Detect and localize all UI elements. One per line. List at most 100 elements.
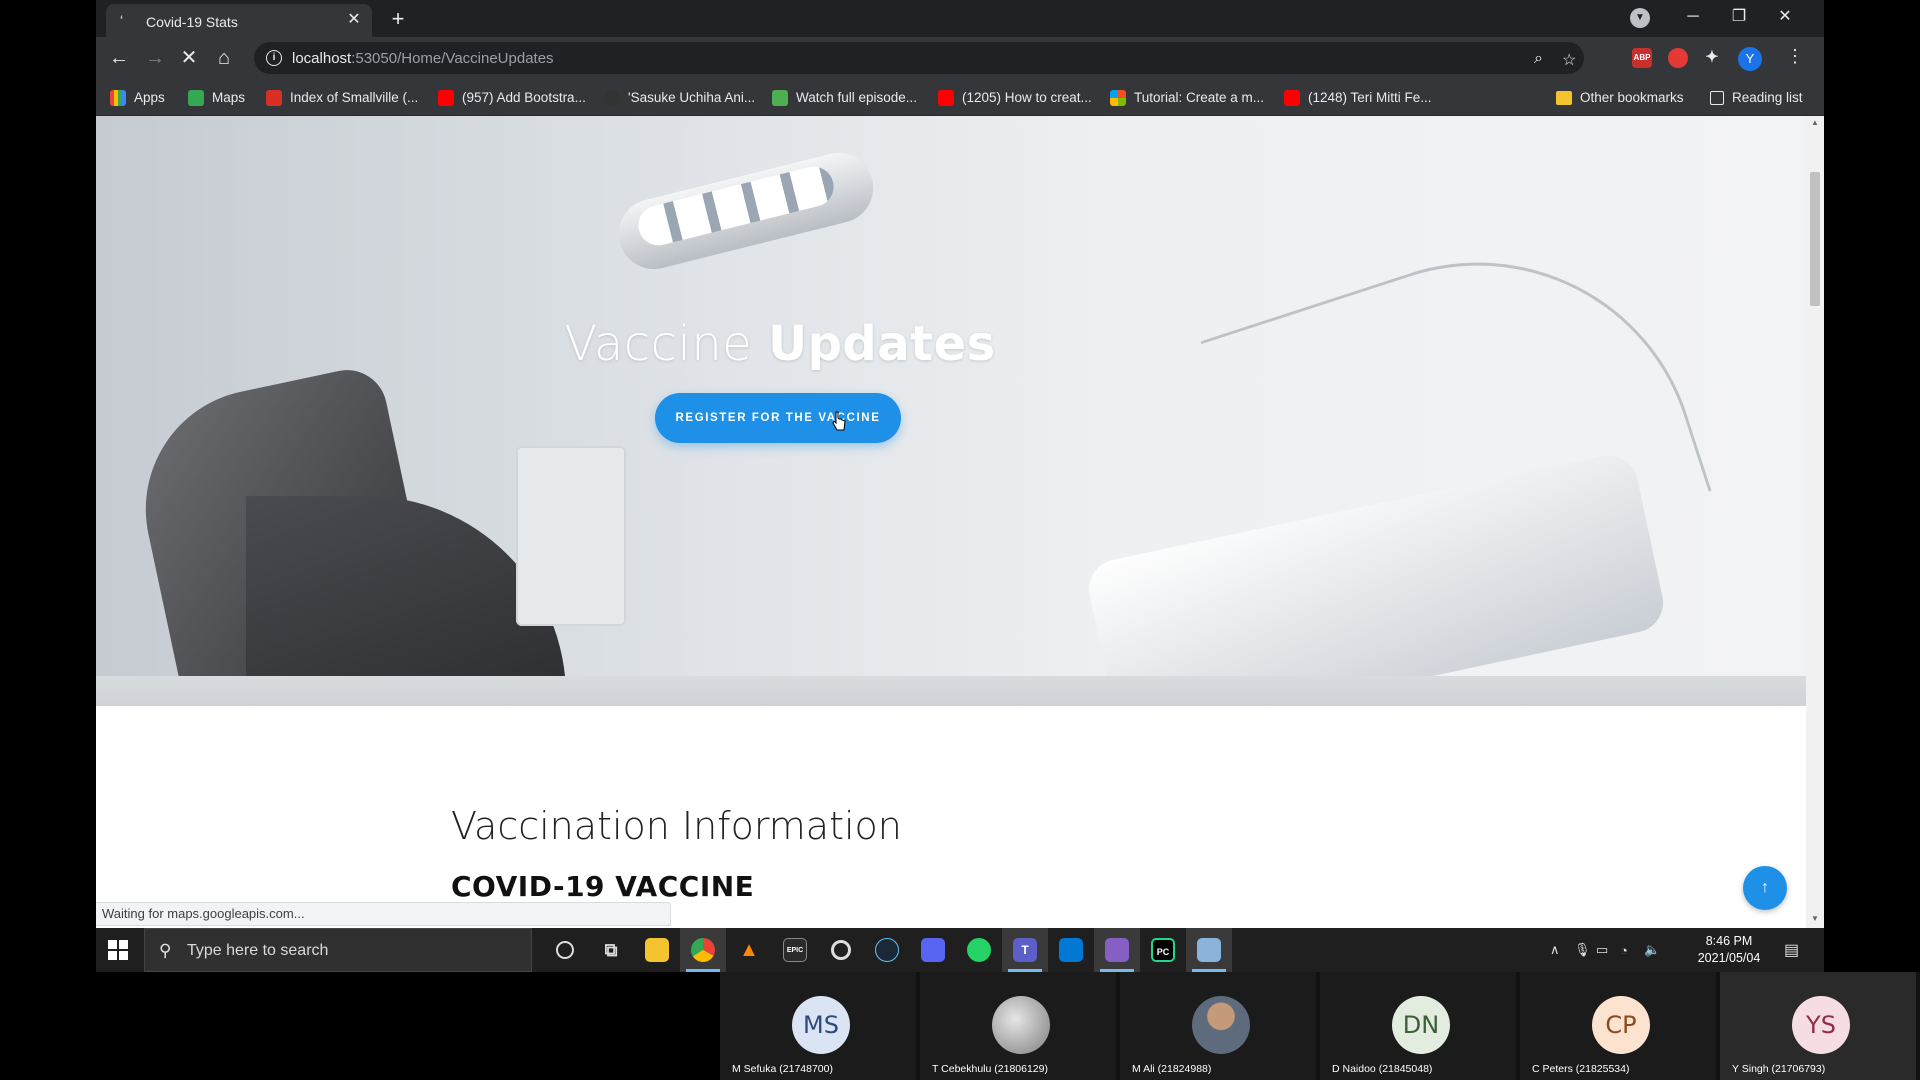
file-explorer-icon[interactable]: [634, 928, 680, 972]
participant-tile[interactable]: DN D Naidoo (21845048): [1320, 972, 1516, 1080]
adblock-plus-icon[interactable]: ABP: [1632, 48, 1652, 68]
clock-time: 8:46 PM: [1705, 934, 1753, 948]
page-scrollbar[interactable]: ▲ ▼: [1806, 116, 1824, 928]
folder-icon: [1556, 90, 1572, 105]
browser-status-bar: Waiting for maps.googleapis.com...: [96, 902, 671, 926]
tab-search-icon[interactable]: ▼: [1630, 8, 1650, 28]
scroll-down-icon[interactable]: ▼: [1810, 914, 1820, 923]
wifi-icon[interactable]: ◔: [1620, 928, 1628, 972]
participant-name: T Cebekhulu (21806129): [932, 1063, 1048, 1075]
stop-loading-icon[interactable]: ✕: [176, 45, 202, 71]
zoom-icon[interactable]: ⌕: [1534, 50, 1543, 68]
scroll-up-icon[interactable]: ▲: [1810, 118, 1820, 127]
participant-tile[interactable]: CP C Peters (21825534): [1520, 972, 1716, 1080]
vlc-icon[interactable]: ▲: [726, 928, 772, 972]
restore-icon[interactable]: ❐: [1716, 0, 1762, 34]
teams-icon[interactable]: T: [1002, 928, 1048, 972]
browser-tab[interactable]: ‘ Covid-19 Stats ✕: [106, 4, 372, 37]
maps-icon: [188, 89, 204, 106]
visual-studio-icon[interactable]: [1094, 928, 1140, 972]
profile-avatar[interactable]: Y: [1738, 47, 1762, 71]
participant-avatar: CP: [1592, 996, 1650, 1054]
close-window-icon[interactable]: ✕: [1762, 0, 1808, 34]
hero-banner: Vaccine Updates REGISTER FOR THE VACCINE: [96, 116, 1806, 706]
participant-avatar: MS: [792, 996, 850, 1054]
back-to-top-button[interactable]: ↑: [1743, 866, 1787, 910]
desktop-screen: ‘ Covid-19 Stats ✕ + ▼ ─ ❐ ✕ ← → ✕ ⌂ i l…: [96, 0, 1824, 972]
extensions-puzzle-icon[interactable]: ✦: [1702, 48, 1722, 68]
site-favicon-icon: [266, 89, 282, 106]
obs-icon[interactable]: [818, 928, 864, 972]
vscode-icon[interactable]: [1048, 928, 1094, 972]
whatsapp-icon[interactable]: [956, 928, 1002, 972]
participant-avatar: YS: [1792, 996, 1850, 1054]
participant-avatar: [992, 996, 1050, 1054]
site-info-icon[interactable]: i: [266, 50, 282, 66]
bookmark-bootstrap[interactable]: (957) Add Bootstra...: [438, 79, 586, 116]
chrome-app-icon[interactable]: [680, 928, 726, 972]
tab-title: Covid-19 Stats: [146, 14, 238, 30]
participant-name: C Peters (21825534): [1532, 1063, 1630, 1075]
battery-icon[interactable]: ▭: [1596, 928, 1608, 972]
bookmark-watch[interactable]: Watch full episode...: [772, 79, 917, 116]
bookmark-tutorial[interactable]: Tutorial: Create a m...: [1110, 79, 1264, 116]
site-favicon-icon: [604, 89, 620, 106]
close-tab-icon[interactable]: ✕: [344, 10, 364, 30]
participant-tile[interactable]: T Cebekhulu (21806129): [920, 972, 1116, 1080]
microphone-icon[interactable]: 🎙: [1574, 928, 1591, 972]
browser-tab-strip: ‘ Covid-19 Stats ✕ + ▼ ─ ❐ ✕: [96, 0, 1824, 37]
steam-icon[interactable]: [864, 928, 910, 972]
tray-overflow-icon[interactable]: ∧: [1550, 928, 1560, 972]
youtube-icon: [1284, 89, 1300, 106]
volume-icon[interactable]: 🔈: [1644, 928, 1660, 972]
other-bookmarks[interactable]: Other bookmarks: [1556, 79, 1684, 116]
windows-taskbar: ⚲ Type here to search ⧉ ▲ EPIC T PC ∧ 🎙 …: [96, 928, 1824, 972]
discord-icon[interactable]: [910, 928, 956, 972]
bookmark-star-icon[interactable]: ☆: [1562, 50, 1576, 70]
snip-tool-icon[interactable]: [1186, 928, 1232, 972]
floor-line-image: [96, 676, 1806, 706]
participant-avatar: DN: [1392, 996, 1450, 1054]
minimize-icon[interactable]: ─: [1670, 0, 1716, 34]
bookmark-smallville[interactable]: Index of Smallville (...: [266, 79, 418, 116]
back-arrow-icon[interactable]: ←: [106, 45, 132, 71]
participant-tile[interactable]: MS M Sefuka (21748700): [720, 972, 916, 1080]
pycharm-icon[interactable]: PC: [1140, 928, 1186, 972]
meeting-participants-strip: MS M Sefuka (21748700) T Cebekhulu (2180…: [720, 972, 1920, 1080]
browser-menu-icon[interactable]: ⋮: [1786, 46, 1804, 67]
bookmark-maps[interactable]: Maps: [188, 79, 245, 116]
taskbar-clock[interactable]: 8:46 PM 2021/05/04: [1688, 933, 1770, 967]
epic-games-icon[interactable]: EPIC: [772, 928, 818, 972]
participant-name: Y Singh (21706793): [1732, 1063, 1826, 1075]
reading-list-icon: [1710, 90, 1724, 105]
scrollbar-thumb[interactable]: [1810, 172, 1820, 306]
taskbar-search-box[interactable]: ⚲ Type here to search: [144, 928, 532, 972]
bookmark-how-to[interactable]: (1205) How to creat...: [938, 79, 1092, 116]
home-icon[interactable]: ⌂: [211, 45, 237, 71]
bookmark-apps[interactable]: Apps: [110, 79, 165, 116]
new-tab-button[interactable]: +: [385, 6, 411, 32]
participant-avatar: [1192, 996, 1250, 1054]
reading-list[interactable]: Reading list: [1710, 79, 1803, 116]
apps-grid-icon: [110, 89, 126, 106]
task-view-icon[interactable]: ⧉: [588, 928, 634, 972]
cortana-icon[interactable]: [542, 928, 588, 972]
extension-shield-icon[interactable]: [1668, 48, 1688, 68]
youtube-icon: [438, 89, 454, 106]
youtube-icon: [938, 89, 954, 106]
participant-tile[interactable]: YS Y Singh (21706793): [1720, 972, 1916, 1080]
windows-start-icon[interactable]: [108, 940, 128, 960]
active-indicator: [686, 969, 720, 972]
site-favicon-icon: [772, 89, 788, 106]
bookmark-teri-mitti[interactable]: (1248) Teri Mitti Fe...: [1284, 79, 1432, 116]
forward-arrow-icon[interactable]: →: [142, 45, 168, 71]
register-vaccine-button[interactable]: REGISTER FOR THE VACCINE: [655, 393, 901, 443]
covid-vaccine-heading: COVID-19 VACCINE: [451, 870, 755, 903]
bookmark-sasuke[interactable]: 'Sasuke Uchiha Ani...: [604, 79, 755, 116]
url-text: localhost:53050/Home/VaccineUpdates: [292, 50, 554, 67]
browser-toolbar: ← → ✕ ⌂ i localhost:53050/Home/VaccineUp…: [96, 37, 1824, 79]
hand-cursor-icon: [832, 411, 846, 431]
notifications-icon[interactable]: ▤: [1784, 928, 1799, 972]
participant-tile[interactable]: M Ali (21824988): [1120, 972, 1316, 1080]
address-bar[interactable]: i localhost:53050/Home/VaccineUpdates ⌕ …: [254, 42, 1584, 74]
